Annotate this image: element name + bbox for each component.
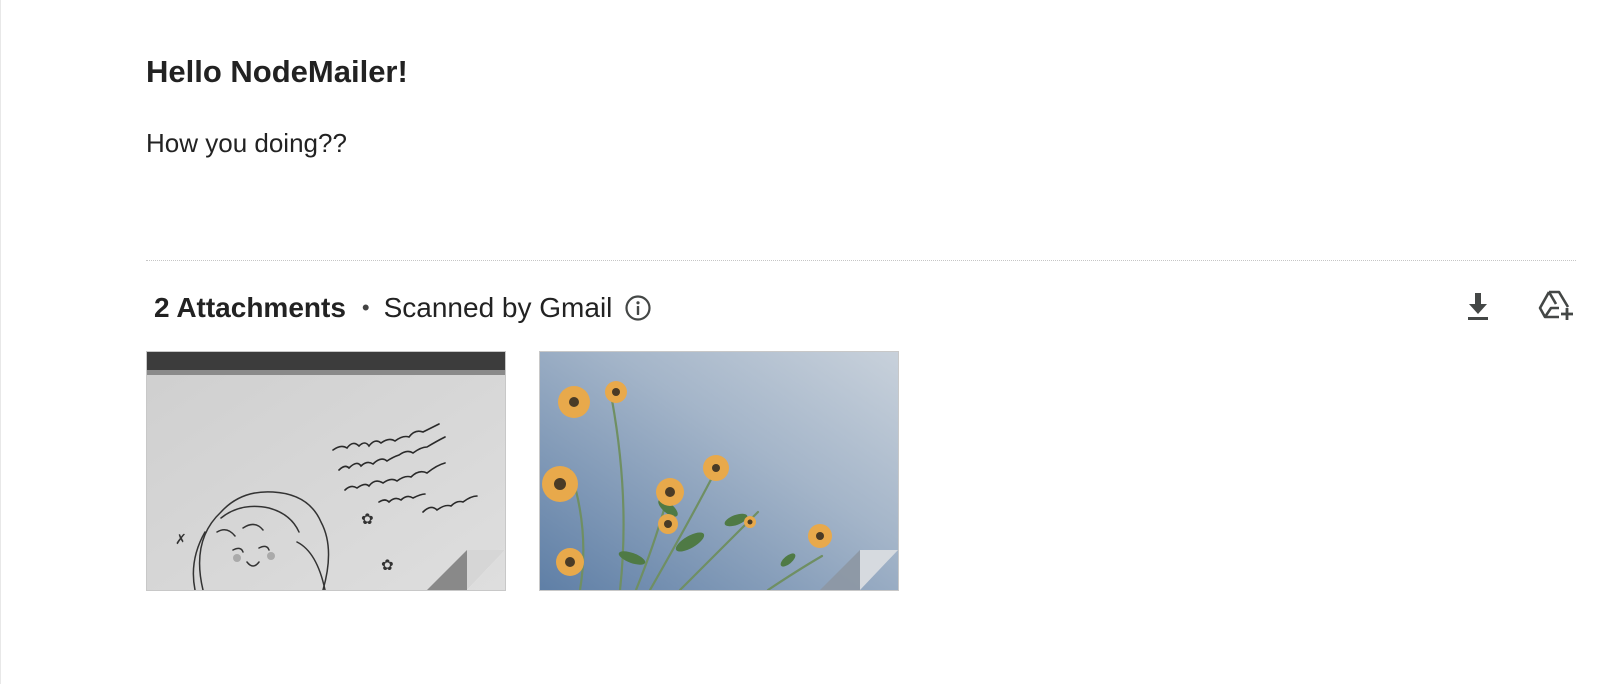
attachment-thumbnail-sketch[interactable]: ✗ ✿ ✿: [146, 351, 506, 591]
download-all-button[interactable]: [1458, 286, 1498, 326]
attachment-thumbnail-flowers[interactable]: [539, 351, 899, 591]
page-curl: [820, 550, 898, 590]
email-body-text: How you doing??: [146, 128, 347, 158]
info-icon[interactable]: [624, 294, 652, 322]
left-border: [0, 0, 1, 684]
save-to-drive-button[interactable]: [1536, 286, 1576, 326]
attachments-count: 2 Attachments: [154, 292, 346, 323]
email-heading: Hello NodeMailer!: [146, 54, 408, 89]
svg-text:✗: ✗: [175, 532, 187, 548]
attachment-thumbnails: ✗ ✿ ✿: [146, 351, 899, 591]
attachments-header: 2 Attachments • Scanned by Gmail: [154, 288, 652, 328]
separator-dot: •: [361, 295, 370, 320]
add-to-drive-icon: [1538, 290, 1573, 320]
page-curl: [427, 550, 505, 590]
svg-text:✿: ✿: [361, 510, 374, 528]
attachment-actions: [1458, 286, 1576, 326]
download-icon: [1468, 293, 1488, 320]
svg-text:✿: ✿: [381, 556, 394, 574]
attachments-divider: [146, 260, 1576, 261]
scanned-by-label: Scanned by Gmail: [383, 292, 613, 323]
